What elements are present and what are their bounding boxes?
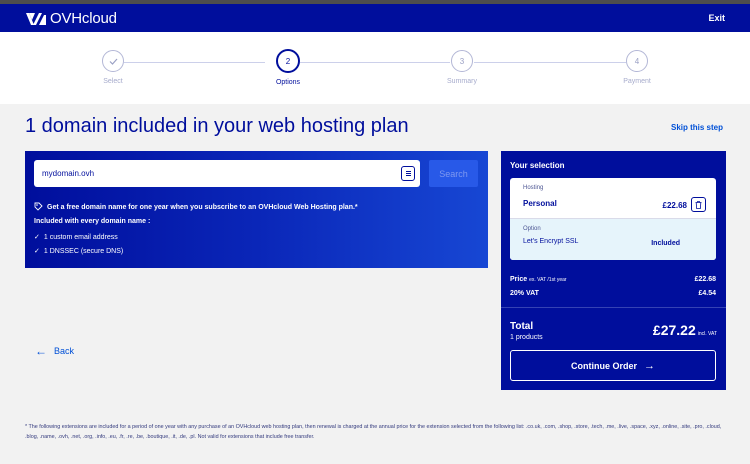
promo-label: Get a free domain name for one year when… <box>47 204 358 211</box>
your-selection-panel: Your selection Hosting Personal £22.68 O… <box>501 151 726 390</box>
tag-icon <box>34 202 43 213</box>
trash-icon[interactable] <box>691 197 706 212</box>
search-button[interactable]: Search <box>429 160 478 187</box>
step-connector <box>474 62 626 63</box>
option-label: Option <box>523 226 541 232</box>
check-icon: ✓ <box>34 234 40 241</box>
step-select[interactable]: Select <box>83 50 143 85</box>
option-status: Included <box>651 240 680 247</box>
step-number: 3 <box>451 50 473 72</box>
divider <box>501 307 726 308</box>
option-item: Option Let's Encrypt SSL Included <box>510 219 716 260</box>
hosting-price: £22.68 <box>662 201 687 210</box>
skip-step-link[interactable]: Skip this step <box>671 123 723 132</box>
continue-order-button[interactable]: Continue Order → <box>510 350 716 381</box>
step-label: Payment <box>623 78 651 85</box>
page-title: 1 domain included in your web hosting pl… <box>25 115 409 137</box>
feature-label: 1 DNSSEC (secure DNS) <box>43 247 124 255</box>
promo-text: Get a free domain name for one year when… <box>34 202 358 213</box>
hosting-label: Hosting <box>523 185 544 191</box>
step-label: Summary <box>447 78 477 85</box>
price-row: Price ex. VAT /1st year £22.68 <box>510 276 716 283</box>
feature-item: ✓ 1 DNSSEC (secure DNS) <box>34 247 124 256</box>
footnote: * The following extensions are included … <box>25 424 722 440</box>
step-label: Options <box>275 79 301 86</box>
hosting-item: Hosting Personal £22.68 <box>510 178 716 219</box>
selection-title: Your selection <box>510 161 565 170</box>
domain-search-panel: mydomain.ovh Search Get a free domain na… <box>25 151 488 268</box>
back-label: Back <box>54 346 75 356</box>
price-note: ex. VAT /1st year <box>529 277 567 283</box>
vat-value: £4.54 <box>698 290 716 297</box>
included-title: Included with every domain name : <box>34 218 151 225</box>
step-number: 4 <box>626 50 648 72</box>
exit-link[interactable]: Exit <box>708 13 725 23</box>
hosting-name: Personal <box>523 199 557 208</box>
step-summary: 3 Summary <box>432 50 492 85</box>
total-products: 1 products <box>510 334 543 341</box>
selection-card: Hosting Personal £22.68 Option Let's Enc… <box>510 178 716 260</box>
price-value: £22.68 <box>694 276 716 283</box>
brand-name: OVHcloud <box>50 10 117 27</box>
feature-item: ✓ 1 custom email address <box>34 233 118 242</box>
continue-label: Continue Order <box>570 360 637 371</box>
step-options[interactable]: 2 Options <box>258 49 318 86</box>
list-icon[interactable] <box>401 166 415 181</box>
step-number: 2 <box>276 49 300 73</box>
feature-label: 1 custom email address <box>43 233 118 241</box>
step-connector <box>300 62 450 63</box>
step-connector <box>124 62 265 63</box>
total-incl-vat: incl. VAT <box>697 331 717 337</box>
ovhcloud-logo[interactable]: OVHcloud <box>25 10 117 27</box>
ovhcloud-logo-icon <box>26 12 46 25</box>
step-label: Select <box>103 78 123 85</box>
vat-row: 20% VAT £4.54 <box>510 290 716 297</box>
back-link[interactable]: ← Back <box>35 344 74 358</box>
price-label: Price <box>510 276 528 283</box>
arrow-left-icon: ← <box>35 344 47 358</box>
arrow-right-icon: → <box>644 359 655 372</box>
total-value: £27.22 incl. VAT <box>653 322 717 338</box>
total-amount: £27.22 <box>652 322 696 338</box>
domain-search-input[interactable]: mydomain.ovh <box>34 160 420 187</box>
domain-input-value: mydomain.ovh <box>42 169 95 178</box>
vat-label: 20% VAT <box>510 290 539 297</box>
check-icon: ✓ <box>34 248 40 255</box>
top-header: OVHcloud Exit <box>0 4 750 32</box>
order-stepper: Select 2 Options 3 Summary 4 Payment <box>0 32 750 104</box>
total-label: Total <box>510 321 534 332</box>
check-icon <box>102 50 124 72</box>
option-name: Let's Encrypt SSL <box>523 238 579 245</box>
step-payment: 4 Payment <box>607 50 667 85</box>
